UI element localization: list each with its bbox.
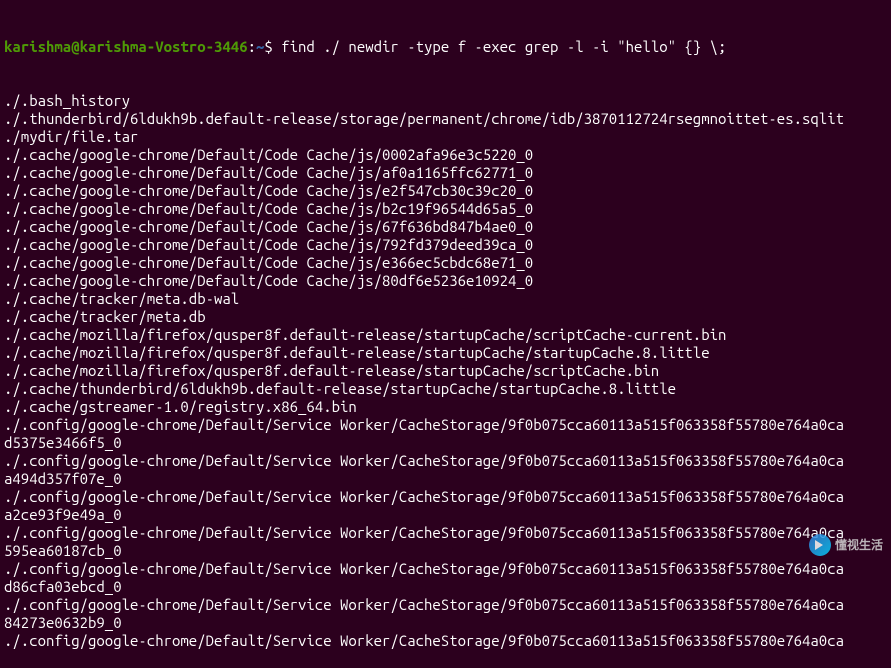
output-line: ./.cache/gstreamer-1.0/registry.x86_64.b… <box>4 398 887 416</box>
output-line: ./.cache/google-chrome/Default/Code Cach… <box>4 200 887 218</box>
output-line: ./.cache/google-chrome/Default/Code Cach… <box>4 146 887 164</box>
output-line: ./.config/google-chrome/Default/Service … <box>4 560 887 578</box>
output-line: ./.cache/tracker/meta.db <box>4 308 887 326</box>
output-line: ./.config/google-chrome/Default/Service … <box>4 596 887 614</box>
output-line: ./.cache/google-chrome/Default/Code Cach… <box>4 254 887 272</box>
output-line: ./.bash_history <box>4 92 887 110</box>
output-line: ./.cache/mozilla/firefox/qusper8f.defaul… <box>4 344 887 362</box>
output-line: ./.cache/google-chrome/Default/Code Cach… <box>4 164 887 182</box>
output-line: 84273e0632b9_0 <box>4 614 887 632</box>
command-line: karishma@karishma-Vostro-3446:~$ find ./… <box>4 38 887 56</box>
terminal-window[interactable]: karishma@karishma-Vostro-3446:~$ find ./… <box>4 2 887 668</box>
output-line: 595ea60187cb_0 <box>4 542 887 560</box>
output-line: ./.thunderbird/6ldukh9b.default-release/… <box>4 110 887 128</box>
output-line: ./.cache/thunderbird/6ldukh9b.default-re… <box>4 380 887 398</box>
output-line: ./mydir/file.tar <box>4 128 887 146</box>
command-text: find ./ newdir -type f -exec grep -l -i … <box>281 38 726 55</box>
output-line: ./.config/google-chrome/Default/Service … <box>4 524 887 542</box>
prompt-colon: : <box>248 38 256 55</box>
output-line: ./.cache/google-chrome/Default/Code Cach… <box>4 236 887 254</box>
output-line: ./.cache/google-chrome/Default/Code Cach… <box>4 272 887 290</box>
output-line: ./.config/google-chrome/Default/Service … <box>4 452 887 470</box>
prompt-user-host: karishma@karishma-Vostro-3446 <box>4 38 248 55</box>
output-line: ./.cache/google-chrome/Default/Code Cach… <box>4 182 887 200</box>
output-line: d5375e3466f5_0 <box>4 434 887 452</box>
output-line: a2ce93f9e49a_0 <box>4 506 887 524</box>
output-line: a494d357f07e_0 <box>4 470 887 488</box>
watermark: 懂视生活 <box>809 534 883 556</box>
output-line: ./.config/google-chrome/Default/Service … <box>4 488 887 506</box>
watermark-text: 懂视生活 <box>835 538 883 552</box>
output-line: ./.config/google-chrome/Default/Service … <box>4 632 887 650</box>
output-line: ./.cache/mozilla/firefox/qusper8f.defaul… <box>4 326 887 344</box>
watermark-play-icon <box>809 534 831 556</box>
output-line: ./.cache/mozilla/firefox/qusper8f.defaul… <box>4 362 887 380</box>
output-line: d86cfa03ebcd_0 <box>4 578 887 596</box>
output-container: ./.bash_history./.thunderbird/6ldukh9b.d… <box>4 92 887 650</box>
prompt-dollar: $ <box>264 38 281 55</box>
output-line: ./.cache/tracker/meta.db-wal <box>4 290 887 308</box>
output-line: ./.cache/google-chrome/Default/Code Cach… <box>4 218 887 236</box>
output-line: ./.config/google-chrome/Default/Service … <box>4 416 887 434</box>
